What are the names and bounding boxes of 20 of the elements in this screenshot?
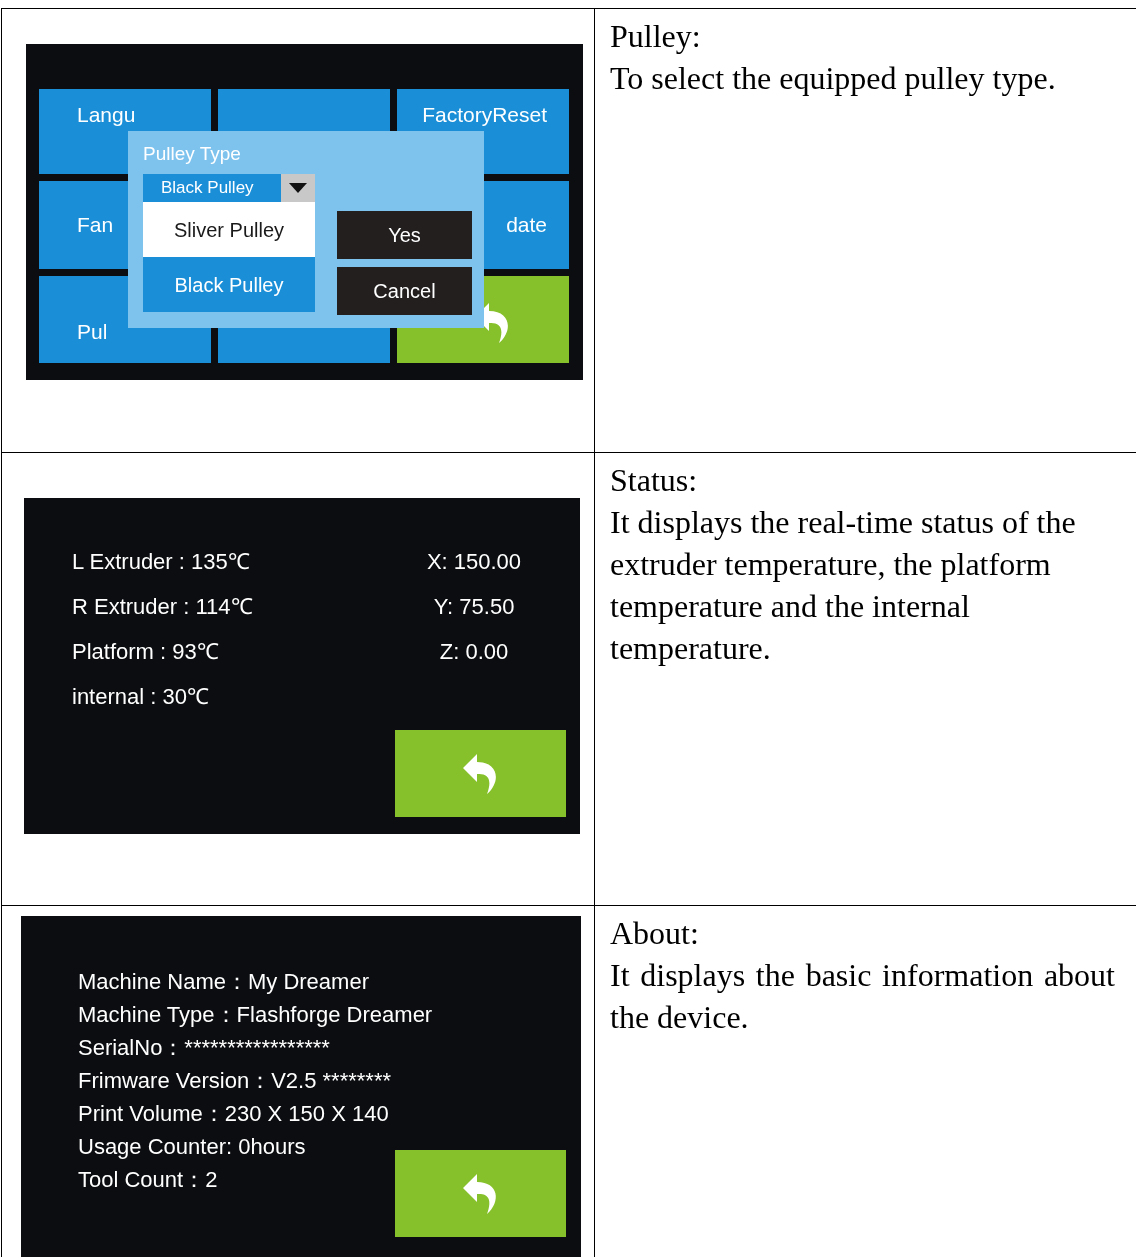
section-description: It displays the real-time status of the extruder temperature, the platform temperature and the internal temperature. bbox=[610, 503, 1077, 668]
device-info-line: Usage Counter: 0hours bbox=[78, 1134, 306, 1160]
section-heading: Pulley: bbox=[610, 17, 701, 56]
device-info-line: Print Volume：230 X 150 X 140 bbox=[78, 1101, 389, 1127]
status-reading: Platform : 93℃ bbox=[72, 639, 219, 665]
status-reading: R Extruder : 114℃ bbox=[72, 594, 253, 620]
device-info-line: Machine Name：My Dreamer bbox=[78, 969, 369, 995]
section-heading: About: bbox=[610, 914, 699, 953]
status-reading: L Extruder : 135℃ bbox=[72, 549, 250, 575]
device-info-line: Tool Count：2 bbox=[78, 1167, 218, 1193]
axis-position: Y: 75.50 bbox=[433, 594, 515, 620]
device-info-line: Frimware Version：V2.5 ******** bbox=[78, 1068, 392, 1094]
device-info-line: Machine Type：Flashforge Dreamer bbox=[78, 1002, 433, 1028]
axis-position: X: 150.00 bbox=[426, 549, 522, 575]
section-heading: Status: bbox=[610, 461, 698, 500]
device-info-line: SerialNo：***************** bbox=[78, 1035, 330, 1061]
section-description: To select the equipped pulley type. bbox=[610, 59, 1057, 98]
section-description: It displays the basic information about the device. bbox=[610, 956, 1115, 1037]
axis-position: Z: 0.00 bbox=[439, 639, 509, 665]
status-reading: internal : 30℃ bbox=[72, 684, 209, 710]
